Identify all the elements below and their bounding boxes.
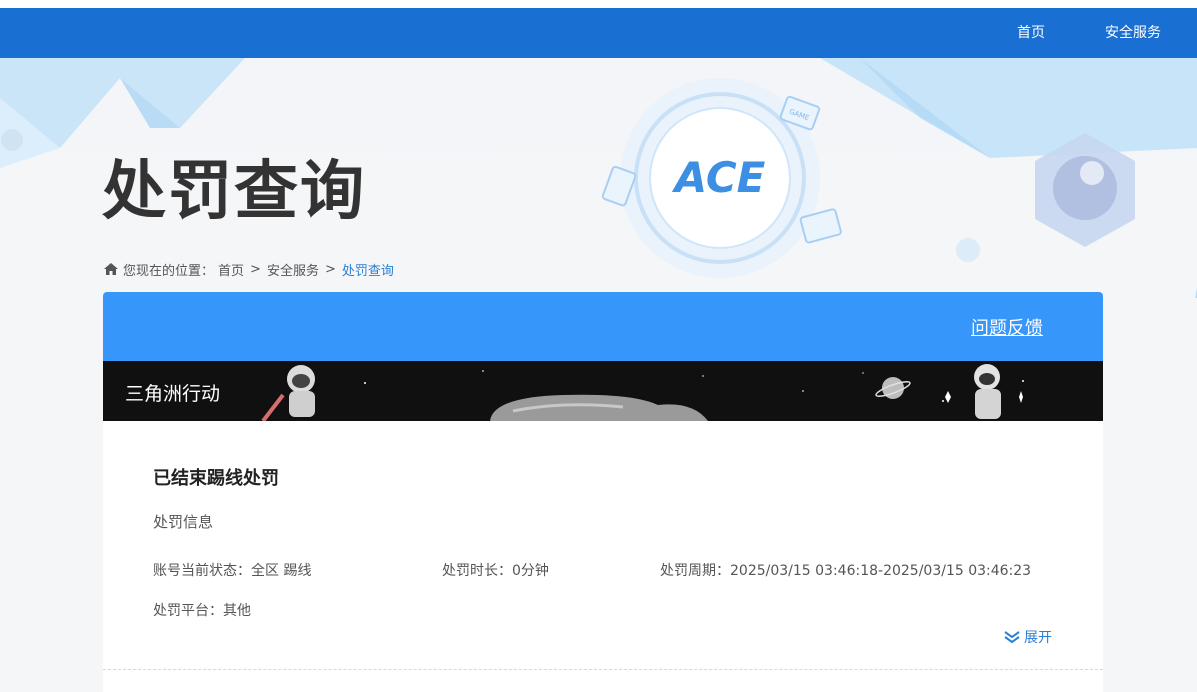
character-portrait-hexagon: [1035, 133, 1135, 247]
penalty-section-title: 已结束踢线处罚: [153, 468, 279, 489]
expand-label: 展开: [1024, 630, 1052, 646]
account-status-label: 账号当前状态：: [153, 563, 251, 579]
nav-security-service-link[interactable]: 安全服务: [1105, 8, 1161, 58]
feedback-link[interactable]: 问题反馈: [971, 314, 1043, 340]
page-title: 处罚查询: [102, 155, 366, 229]
penalty-period-label: 处罚周期：: [660, 563, 730, 579]
card-divider: [103, 669, 1103, 670]
space-banner-graphic: [261, 364, 1024, 421]
game-banner: 三角洲行动: [103, 361, 1103, 421]
expand-button[interactable]: 展开: [1003, 627, 1052, 647]
breadcrumb: 您现在的位置： 首页 > 安全服务 > 处罚查询: [103, 259, 394, 279]
breadcrumb-security-service[interactable]: 安全服务: [267, 260, 319, 279]
decor-dot: [1, 129, 23, 151]
breadcrumb-home[interactable]: 首页: [218, 260, 244, 279]
ace-logo-text: ACE: [672, 153, 766, 202]
top-navbar: 首页 安全服务: [0, 8, 1197, 58]
card-header: 问题反馈: [103, 292, 1103, 361]
penalty-period-field: 处罚周期：2025/03/15 03:46:18-2025/03/15 03:4…: [660, 560, 1031, 580]
breadcrumb-separator: >: [250, 261, 261, 277]
ace-logo-graphic: ACE GAME: [601, 78, 842, 278]
penalty-info-heading: 处罚信息: [153, 513, 214, 531]
breadcrumb-separator: >: [324, 261, 336, 277]
home-icon: [104, 263, 118, 275]
penalty-duration-field: 处罚时长：0分钟: [442, 560, 549, 580]
decor-triangles-right: [820, 58, 1197, 298]
penalty-card: 问题反馈 三角洲行动 已结束踢线处罚 处罚信息 账号当前状态：全区 踢线 处罚时…: [103, 292, 1103, 692]
penalty-platform-label: 处罚平台：: [153, 603, 223, 619]
penalty-platform-field: 处罚平台：其他: [153, 600, 251, 620]
breadcrumb-prefix: 您现在的位置：: [123, 263, 215, 279]
penalty-duration-label: 处罚时长：: [442, 563, 512, 579]
top-strip: [0, 0, 1197, 8]
decor-bubble: [956, 238, 980, 262]
double-chevron-down-icon: [1004, 631, 1020, 644]
astronaut-left-illustration: [261, 365, 315, 421]
penalty-duration-value: 0分钟: [512, 563, 549, 579]
game-name: 三角洲行动: [125, 383, 221, 405]
nav-home-link[interactable]: 首页: [1017, 8, 1045, 58]
penalty-period-value: 2025/03/15 03:46:18-2025/03/15 03:46:23: [730, 563, 1032, 579]
astronaut-right-illustration: [945, 364, 1023, 419]
breadcrumb-current: 处罚查询: [341, 263, 394, 279]
account-status-value: 全区 踢线: [251, 563, 312, 579]
penalty-platform-value: 其他: [223, 603, 251, 619]
account-status-field: 账号当前状态：全区 踢线: [153, 560, 311, 580]
